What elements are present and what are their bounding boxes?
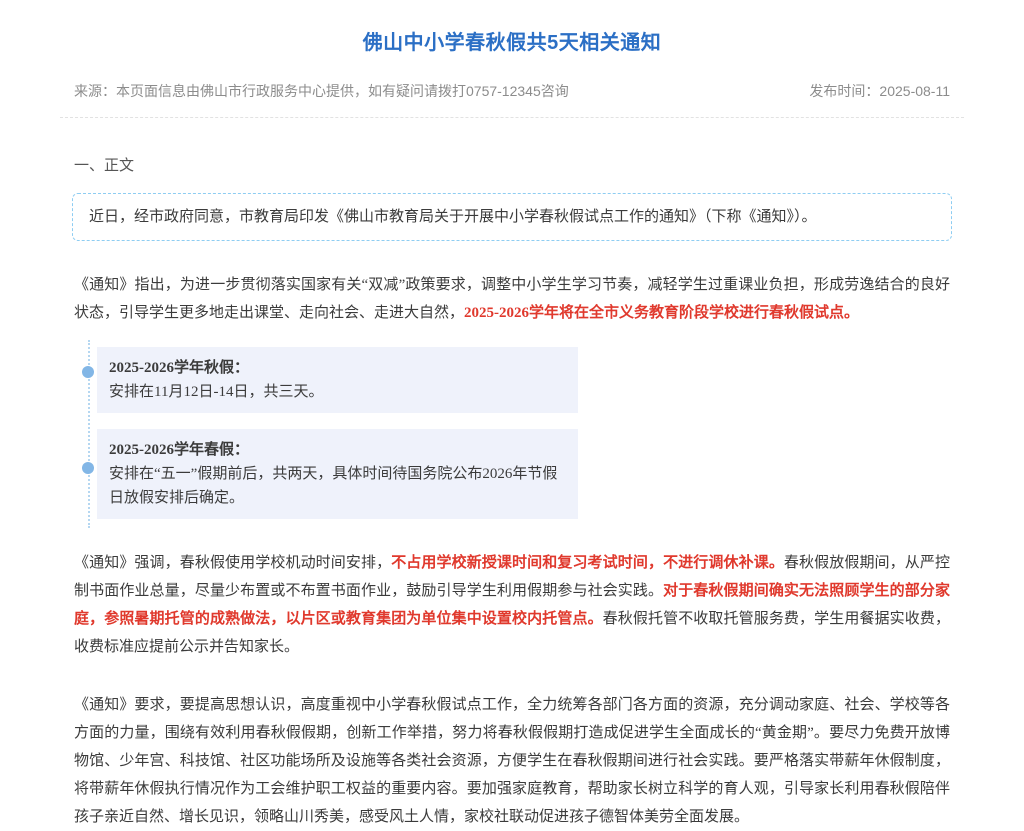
paragraph-2: 《通知》强调，春秋假使用学校机动时间安排，不占用学校新授课时间和复习考试时间，不… [74,549,950,661]
page-title: 佛山中小学春秋假共5天相关通知 [60,13,964,55]
timeline-item-title: 2025-2026学年秋假： [109,356,562,380]
summary-quote-box: 近日，经市政府同意，市教育局印发《佛山市教育局关于开展中小学春秋假试点工作的通知… [72,193,952,241]
timeline-item-autumn: 2025-2026学年秋假： 安排在11月12日-14日，共三天。 [97,347,578,413]
paragraph-2-highlight: 不占用学校新授课时间和复习考试时间，不进行调休补课。 [391,555,784,571]
timeline-item-desc: 安排在“五一”假期前后，共两天，具体时间待国务院公布2026年节假日放假安排后确… [109,462,562,510]
timeline-item-title: 2025-2026学年春假： [109,438,562,462]
timeline-dot-icon [82,366,94,378]
paragraph-1: 《通知》指出，为进一步贯彻落实国家有关“双减”政策要求，调整中小学生学习节奏，减… [74,271,950,327]
timeline-item-spring: 2025-2026学年春假： 安排在“五一”假期前后，共两天，具体时间待国务院公… [97,429,578,519]
source-text: 来源：本页面信息由佛山市行政服务中心提供，如有疑问请拨打0757-12345咨询 [74,81,569,101]
timeline-item-desc: 安排在11月12日-14日，共三天。 [109,380,562,404]
summary-quote-text: 近日，经市政府同意，市教育局印发《佛山市教育局关于开展中小学春秋假试点工作的通知… [89,209,817,225]
holiday-timeline: 2025-2026学年秋假： 安排在11月12日-14日，共三天。 2025-2… [88,347,964,519]
meta-row: 来源：本页面信息由佛山市行政服务中心提供，如有疑问请拨打0757-12345咨询… [60,81,964,118]
paragraph-3-text: 《通知》要求，要提高思想认识，高度重视中小学春秋假试点工作，全力统筹各部门各方面… [74,697,950,825]
paragraph-2-text: 《通知》强调，春秋假使用学校机动时间安排， [74,555,391,571]
section-title: 一、正文 [60,154,964,175]
timeline-dot-icon [82,462,94,474]
paragraph-1-highlight: 2025-2026学年将在全市义务教育阶段学校进行春秋假试点。 [464,305,859,321]
publish-time: 发布时间：2025-08-11 [809,81,950,101]
paragraph-3: 《通知》要求，要提高思想认识，高度重视中小学春秋假试点工作，全力统筹各部门各方面… [74,691,950,831]
notice-page: 佛山中小学春秋假共5天相关通知 来源：本页面信息由佛山市行政服务中心提供，如有疑… [60,13,964,831]
